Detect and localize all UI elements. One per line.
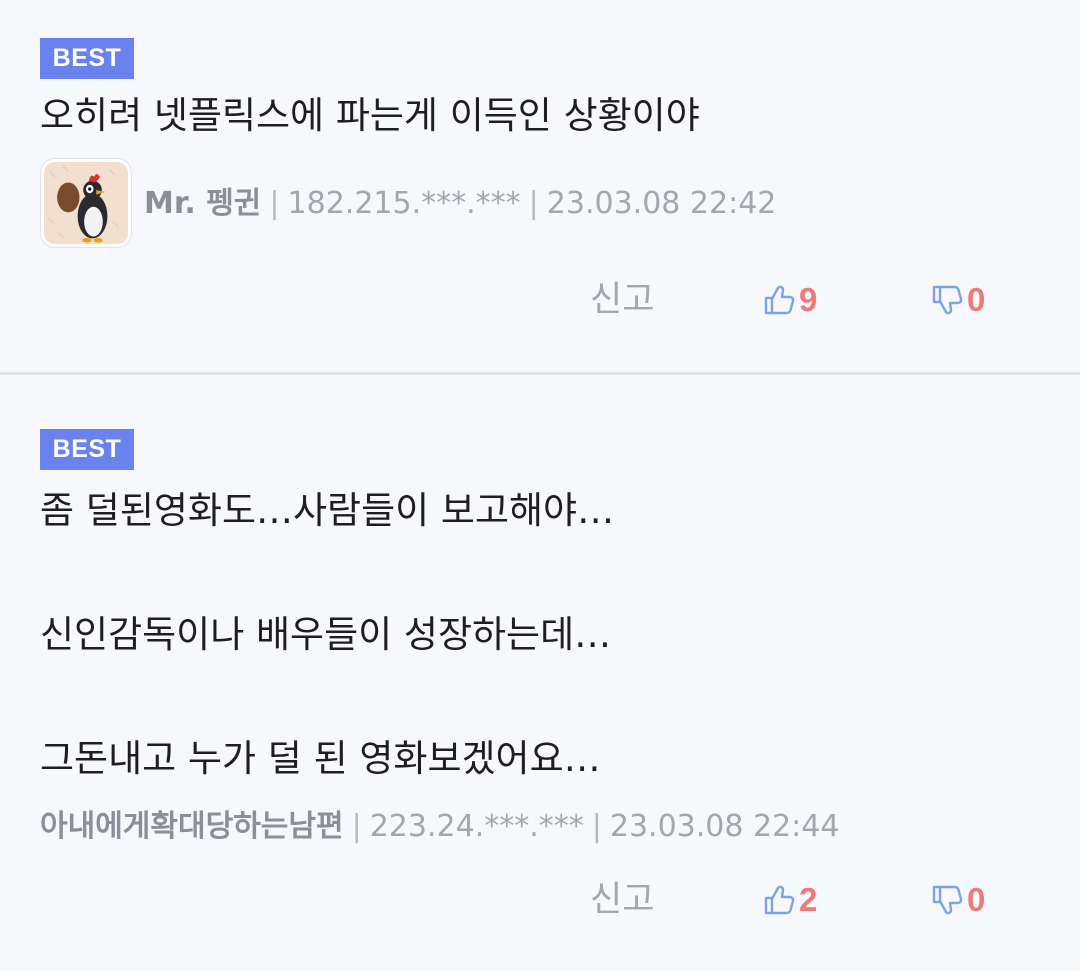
comment-meta: Mr. 펭귄 | 182.215.***.*** | 23.03.08 22:42 (144, 184, 776, 224)
dislike-count: 0 (967, 881, 986, 918)
comment-item: BEST 오히려 넷플릭스에 파는게 이득인 상황이야 Mr. 펭귄 | 182.2… (0, 0, 1080, 372)
comment-text: 오히려 넷플릭스에 파는게 이득인 상황이야 (40, 94, 700, 137)
comment-meta: 아내에게확대당하는남편 | 223.24.***.*** | 23.03.08 22:4… (40, 807, 839, 847)
ip-address: 182.215.***.*** (287, 186, 521, 221)
dislike-button[interactable]: 0 (930, 880, 985, 920)
report-button[interactable]: 신고 (590, 880, 654, 920)
timestamp: 23.03.08 22:42 (546, 186, 777, 221)
comment-text-line: 좀 덜된영화도…사람들이 보고해야… (40, 489, 615, 532)
dislike-count: 0 (967, 281, 986, 318)
timestamp: 23.03.08 22:44 (609, 809, 840, 844)
like-count: 2 (799, 881, 818, 918)
meta-separator: | (591, 809, 602, 844)
thumbs-down-icon (932, 285, 963, 315)
like-count: 9 (799, 281, 818, 318)
avatar[interactable] (41, 159, 131, 247)
best-badge: BEST (40, 429, 134, 470)
thumbs-up-icon (764, 885, 795, 915)
dislike-button[interactable]: 0 (930, 280, 985, 320)
meta-separator: | (351, 809, 362, 844)
comment-item: BEST 좀 덜된영화도…사람들이 보고해야… 신인감독이나 배우들이 성장하는… (0, 375, 1080, 971)
best-badge: BEST (40, 38, 134, 79)
like-button[interactable]: 2 (762, 880, 817, 920)
ip-address: 223.24.***.*** (369, 809, 584, 844)
meta-separator: | (269, 186, 280, 221)
author-name[interactable]: Mr. 펭귄 (144, 186, 261, 221)
penguin-with-drumstick-icon (44, 162, 128, 244)
comment-text-line: 신인감독이나 배우들이 성장하는데… (40, 613, 612, 656)
comment-text-line: 그돈내고 누가 덜 된 영화보겠어요… (40, 737, 601, 780)
thumbs-up-icon (764, 285, 795, 315)
author-name[interactable]: 아내에게확대당하는남편 (40, 809, 344, 844)
like-button[interactable]: 9 (762, 280, 817, 320)
meta-separator: | (528, 186, 539, 221)
report-button[interactable]: 신고 (590, 280, 654, 320)
thumbs-down-icon (932, 885, 963, 915)
